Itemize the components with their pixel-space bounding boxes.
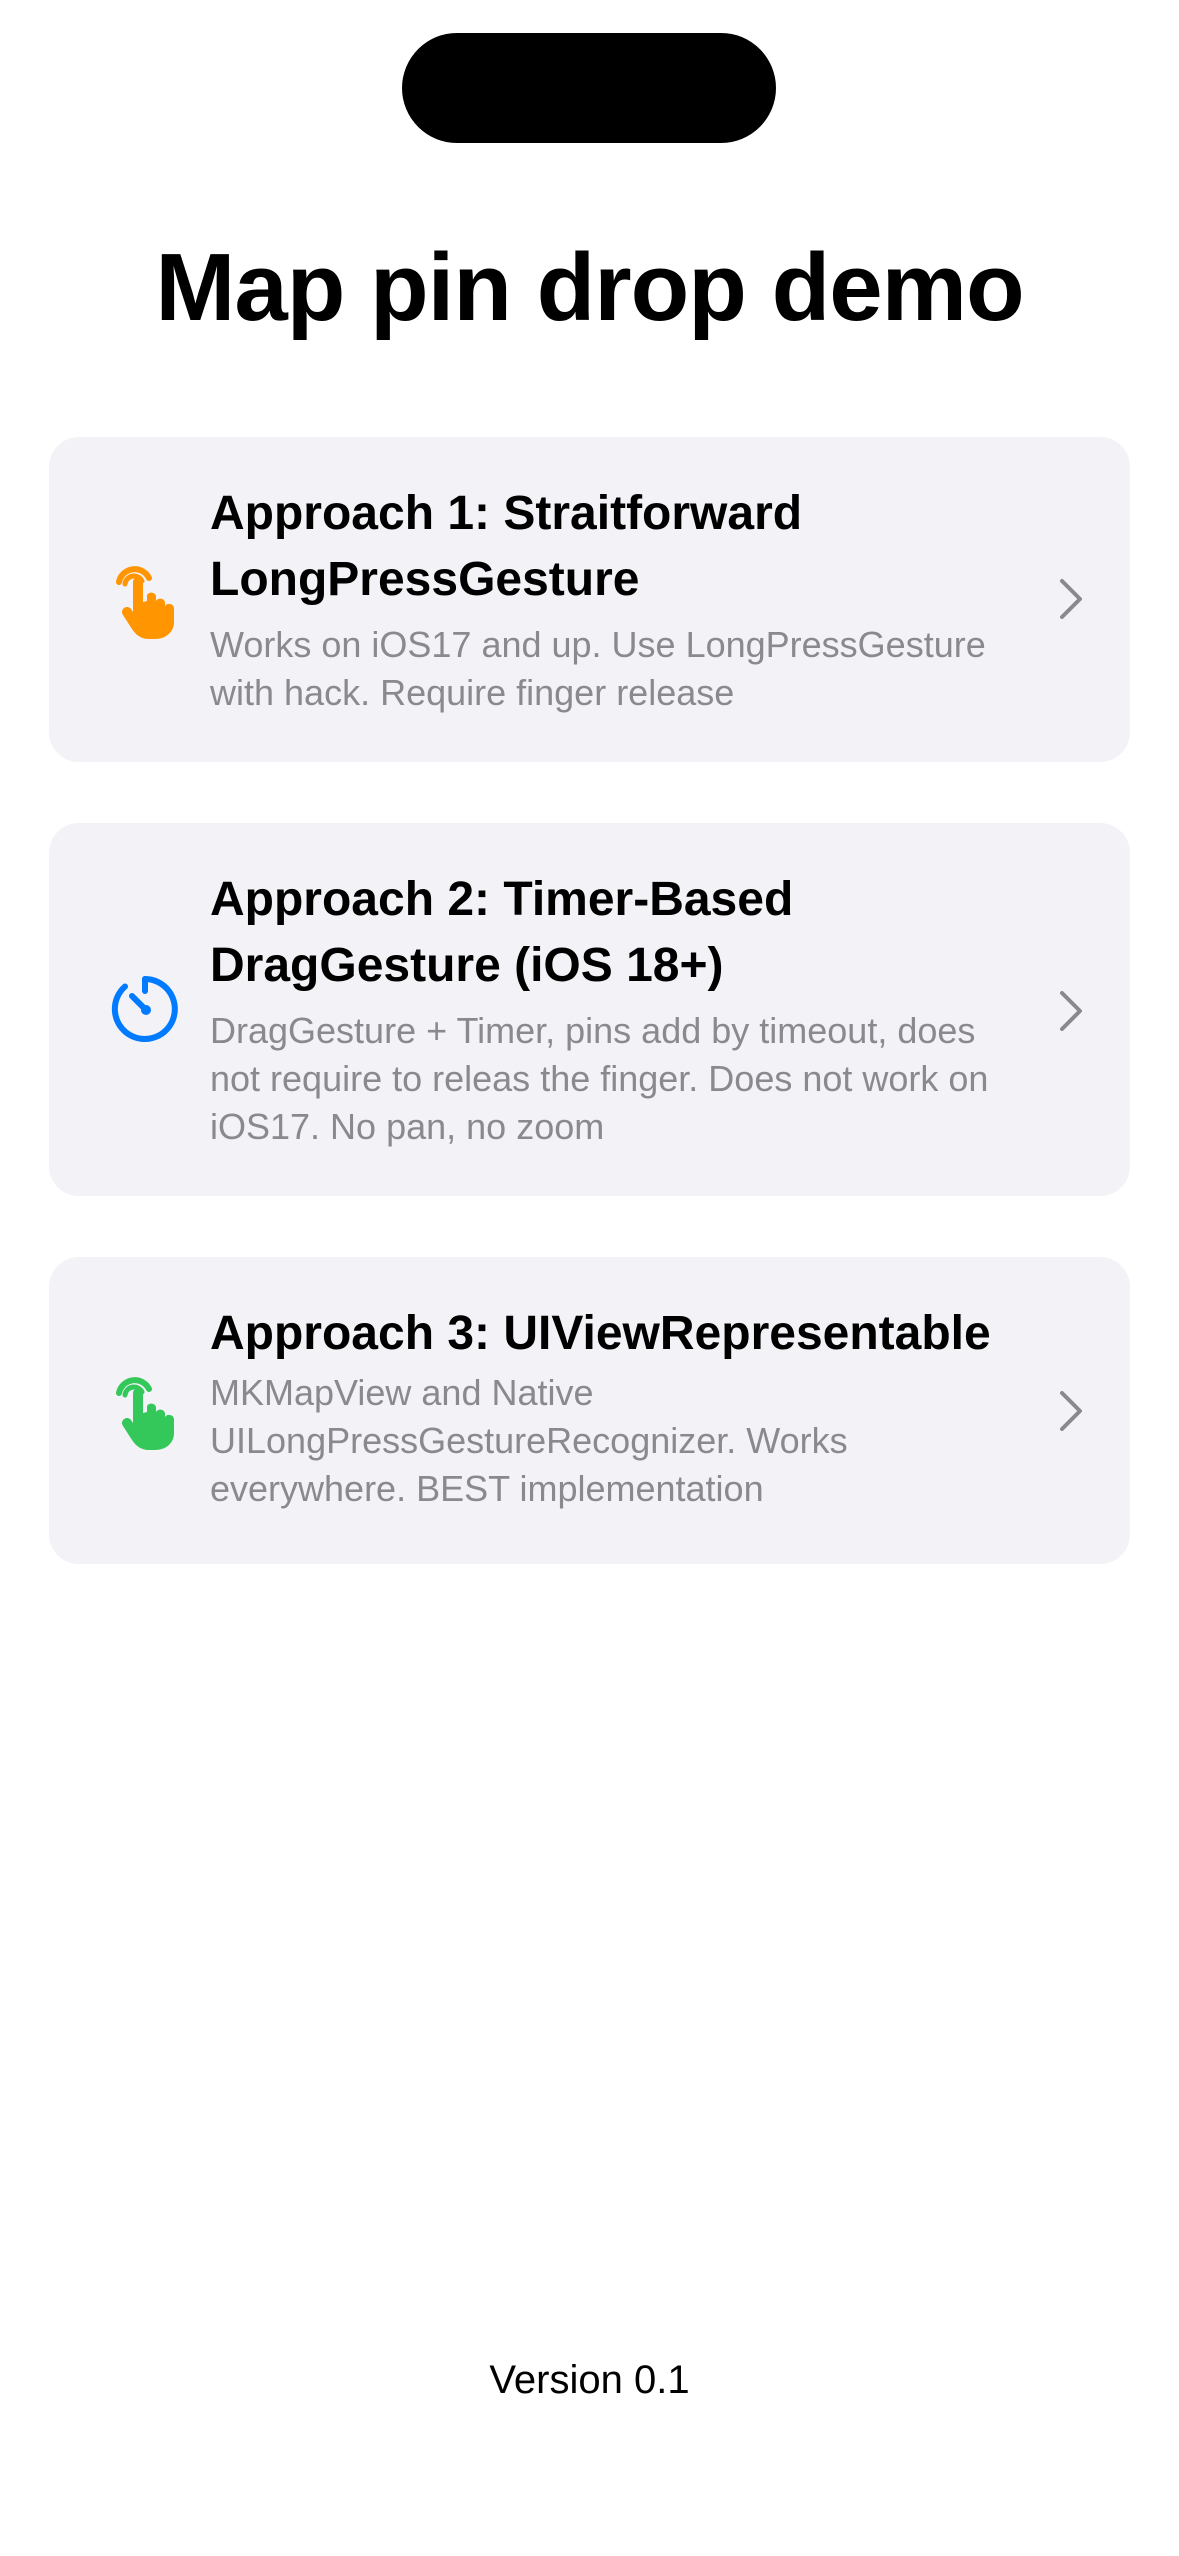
hand-tap-icon: [105, 560, 185, 640]
approach-2-title: Approach 2: Timer-Based DragGesture (iOS…: [210, 873, 794, 992]
chevron-right-icon: [1056, 1389, 1086, 1433]
approach-3-card[interactable]: Approach 3: UIViewRepresentable MKMapVie…: [49, 1257, 1130, 1564]
approach-1-title: Approach 1: Straitforward LongPressGestu…: [210, 487, 803, 606]
dynamic-island: [402, 33, 776, 143]
chevron-right-icon: [1056, 989, 1086, 1033]
approach-1-card[interactable]: Approach 1: Straitforward LongPressGestu…: [49, 437, 1130, 762]
approach-1-subtitle: Works on iOS17 and up. Use LongPressGest…: [210, 624, 986, 713]
approach-3-title: Approach 3: UIViewRepresentable: [210, 1307, 991, 1360]
hand-tap-icon: [105, 1371, 185, 1451]
approach-3-subtitle: MKMapView and Native UILongPressGestureR…: [210, 1372, 848, 1509]
approach-2-subtitle: DragGesture + Timer, pins add by timeout…: [210, 1010, 989, 1147]
version-label: Version 0.1: [489, 2358, 690, 2402]
chevron-right-icon: [1056, 577, 1086, 621]
timer-icon: [105, 969, 185, 1049]
page-title: Map pin drop demo: [155, 234, 1024, 341]
approach-2-card[interactable]: Approach 2: Timer-Based DragGesture (iOS…: [49, 823, 1130, 1196]
